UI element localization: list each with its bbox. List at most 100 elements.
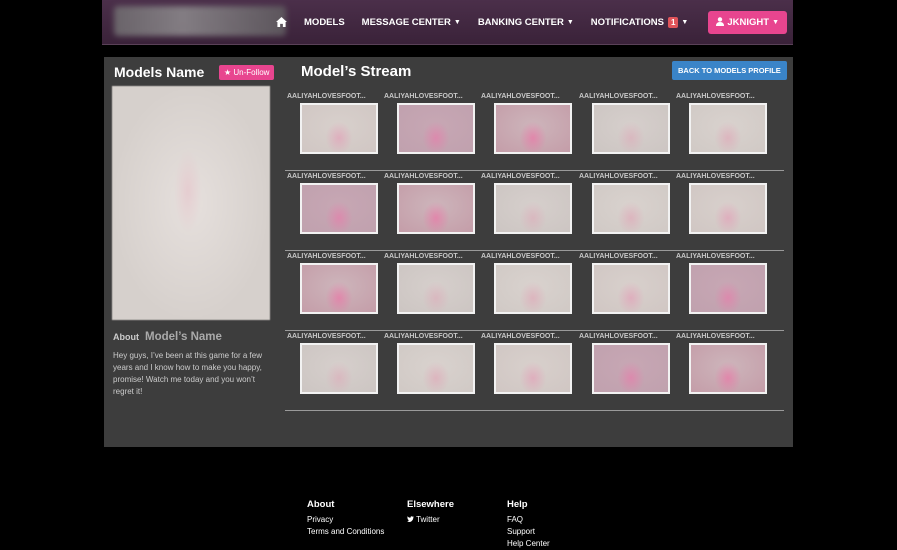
footer-link-help-center[interactable]: Help Center: [507, 538, 585, 550]
stream-thumbnail[interactable]: [397, 183, 475, 234]
caret-down-icon: ▼: [566, 18, 574, 26]
stream-item-label[interactable]: AALIYAHLOVESFOOT...: [579, 173, 659, 183]
stream-item: AALIYAHLOVESFOOT...: [382, 251, 475, 314]
stream-item: AALIYAHLOVESFOOT...: [479, 331, 572, 394]
top-navbar: MODELS MESSAGE CENTER ▼ BANKING CENTER ▼…: [102, 0, 793, 45]
stream-item: AALIYAHLOVESFOOT...: [285, 91, 378, 154]
stream-thumbnail[interactable]: [592, 343, 670, 394]
stream-thumbnail[interactable]: [689, 343, 767, 394]
model-bio: Hey guys, I’ve been at this game for a f…: [113, 351, 262, 396]
stream-thumbnail[interactable]: [592, 263, 670, 314]
nav-banking-center[interactable]: BANKING CENTER ▼: [478, 17, 574, 28]
about-label: About: [113, 332, 139, 342]
stream-item-label[interactable]: AALIYAHLOVESFOOT...: [579, 93, 659, 103]
stream-item-label[interactable]: AALIYAHLOVESFOOT...: [579, 333, 659, 343]
stream-item: AALIYAHLOVESFOOT...: [479, 171, 572, 234]
unfollow-button[interactable]: ★ Un-Follow: [219, 65, 275, 80]
stream-item: AALIYAHLOVESFOOT...: [285, 251, 378, 314]
stream-item-label[interactable]: AALIYAHLOVESFOOT...: [384, 333, 464, 343]
home-icon: [276, 17, 287, 27]
user-menu-button[interactable]: JKNIGHT ▼: [708, 10, 787, 34]
stream-item-label[interactable]: AALIYAHLOVESFOOT...: [384, 253, 464, 263]
nav-notifications-label: NOTIFICATIONS: [590, 16, 664, 28]
stream-thumbnail[interactable]: [494, 263, 572, 314]
stream-thumbnail[interactable]: [494, 343, 572, 394]
stream-item: AALIYAHLOVESFOOT...: [577, 91, 670, 154]
stream-thumbnail[interactable]: [689, 263, 767, 314]
stream-item-label[interactable]: AALIYAHLOVESFOOT...: [481, 93, 561, 103]
stream-thumbnail[interactable]: [300, 183, 378, 234]
stream-item: AALIYAHLOVESFOOT...: [674, 251, 767, 314]
stream-thumbnail[interactable]: [494, 183, 572, 234]
caret-down-icon: ▼: [681, 18, 689, 26]
stream-thumbnail[interactable]: [494, 103, 572, 154]
main-panel: Models Name ★ Un-Follow About Model’s Na…: [104, 57, 793, 447]
stream-item-label[interactable]: AALIYAHLOVESFOOT...: [287, 253, 367, 263]
stream-title: Model’s Stream: [301, 63, 412, 80]
stream-item-label[interactable]: AALIYAHLOVESFOOT...: [384, 93, 464, 103]
twitter-icon: [407, 515, 416, 524]
nav-models[interactable]: MODELS: [304, 17, 345, 28]
nav-home[interactable]: [276, 17, 287, 27]
stream-row: AALIYAHLOVESFOOT... AALIYAHLOVESFOOT... AA…: [285, 171, 784, 251]
stream-item-label[interactable]: AALIYAHLOVESFOOT...: [676, 173, 756, 183]
notification-count-badge: 1: [667, 16, 679, 28]
footer: About Privacy Terms and Conditions Elsew…: [307, 499, 607, 550]
stream-item-label[interactable]: AALIYAHLOVESFOOT...: [676, 333, 756, 343]
stream-item: AALIYAHLOVESFOOT...: [577, 331, 670, 394]
stream-item: AALIYAHLOVESFOOT...: [382, 331, 475, 394]
footer-heading: Elsewhere: [407, 499, 454, 510]
stream-thumbnail[interactable]: [300, 103, 378, 154]
footer-link-support[interactable]: Support: [507, 526, 585, 538]
stream-item-label[interactable]: AALIYAHLOVESFOOT...: [481, 253, 561, 263]
footer-col-help: Help FAQ Support Help Center: [507, 499, 585, 550]
nav-items: MODELS MESSAGE CENTER ▼ BANKING CENTER ▼…: [259, 0, 787, 44]
stream-thumbnail[interactable]: [689, 183, 767, 234]
stream-grid: AALIYAHLOVESFOOT... AALIYAHLOVESFOOT... AA…: [285, 91, 784, 411]
stream-item: AALIYAHLOVESFOOT...: [577, 251, 670, 314]
stream-thumbnail[interactable]: [300, 343, 378, 394]
stream-item-label[interactable]: AALIYAHLOVESFOOT...: [579, 253, 659, 263]
user-icon: [716, 16, 725, 28]
stream-thumbnail[interactable]: [592, 183, 670, 234]
stream-item-label[interactable]: AALIYAHLOVESFOOT...: [676, 93, 756, 103]
stream-item: AALIYAHLOVESFOOT...: [382, 171, 475, 234]
footer-col-about: About Privacy Terms and Conditions: [307, 499, 385, 550]
stream-thumbnail[interactable]: [300, 263, 378, 314]
footer-link-twitter[interactable]: Twitter: [407, 514, 485, 526]
stream-item: AALIYAHLOVESFOOT...: [382, 91, 475, 154]
model-name-title: Models Name: [114, 64, 205, 80]
footer-link-privacy[interactable]: Privacy: [307, 514, 385, 526]
stream-thumbnail[interactable]: [689, 103, 767, 154]
footer-link-terms[interactable]: Terms and Conditions: [307, 526, 385, 538]
nav-message-center[interactable]: MESSAGE CENTER ▼: [362, 17, 461, 28]
stream-item: AALIYAHLOVESFOOT...: [674, 91, 767, 154]
nav-banking-center-label: BANKING CENTER: [477, 16, 564, 28]
stream-item-label[interactable]: AALIYAHLOVESFOOT...: [287, 93, 367, 103]
stream-item-label[interactable]: AALIYAHLOVESFOOT...: [676, 253, 756, 263]
stream-thumbnail[interactable]: [397, 103, 475, 154]
stream-row: AALIYAHLOVESFOOT... AALIYAHLOVESFOOT... AA…: [285, 331, 784, 411]
stream-thumbnail[interactable]: [592, 103, 670, 154]
stream-item: AALIYAHLOVESFOOT...: [674, 171, 767, 234]
stream-item-label[interactable]: AALIYAHLOVESFOOT...: [384, 173, 464, 183]
stream-item-label[interactable]: AALIYAHLOVESFOOT...: [287, 173, 367, 183]
stream-row: AALIYAHLOVESFOOT... AALIYAHLOVESFOOT... AA…: [285, 251, 784, 331]
back-to-profile-button[interactable]: BACK TO MODELS PROFILE: [672, 61, 787, 80]
caret-down-icon: ▼: [772, 18, 779, 26]
stream-thumbnail[interactable]: [397, 263, 475, 314]
stream-item-label[interactable]: AALIYAHLOVESFOOT...: [481, 173, 561, 183]
stream-item: AALIYAHLOVESFOOT...: [285, 171, 378, 234]
about-model-name: Model’s Name: [145, 331, 222, 343]
nav-models-label: MODELS: [304, 16, 345, 28]
stream-thumbnail[interactable]: [397, 343, 475, 394]
twitter-label: Twitter: [416, 515, 440, 524]
nav-notifications[interactable]: NOTIFICATIONS 1 ▼: [590, 16, 689, 28]
stream-item-label[interactable]: AALIYAHLOVESFOOT...: [287, 333, 367, 343]
stream-row: AALIYAHLOVESFOOT... AALIYAHLOVESFOOT... AA…: [285, 91, 784, 171]
stream-item-label[interactable]: AALIYAHLOVESFOOT...: [481, 333, 561, 343]
caret-down-icon: ▼: [453, 18, 461, 26]
footer-link-faq[interactable]: FAQ: [507, 514, 585, 526]
stream-item: AALIYAHLOVESFOOT...: [674, 331, 767, 394]
footer-col-elsewhere: Elsewhere Twitter: [407, 499, 485, 550]
